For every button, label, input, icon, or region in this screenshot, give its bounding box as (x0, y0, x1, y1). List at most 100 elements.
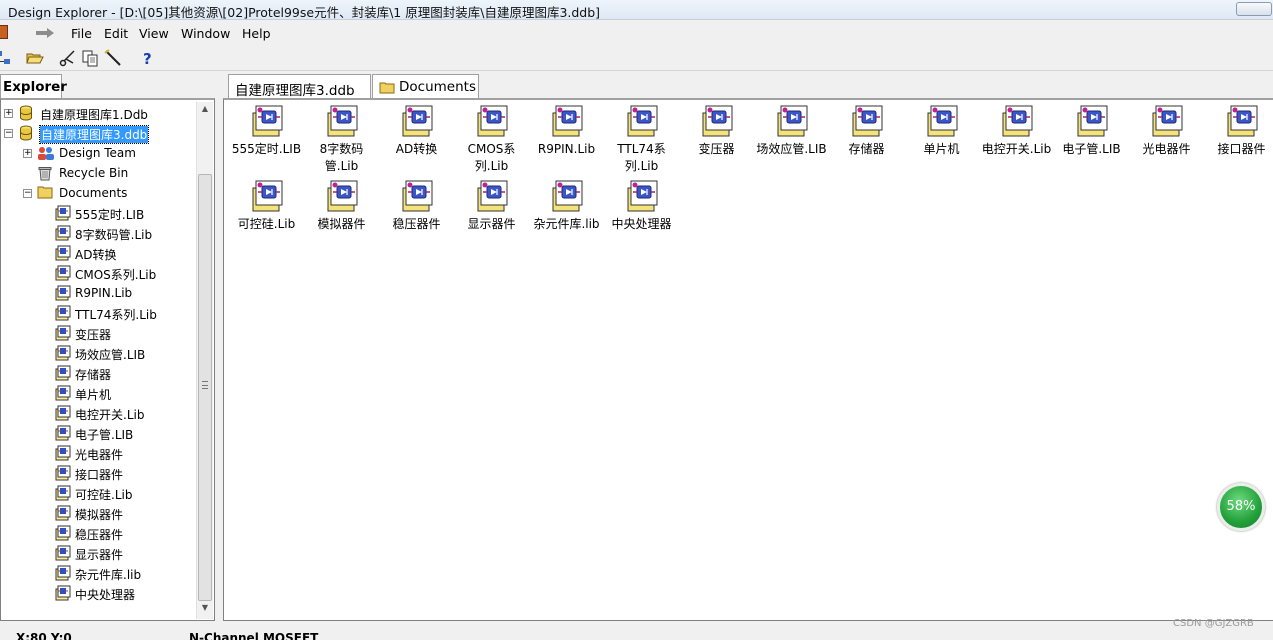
tree-item[interactable]: 接口器件 (1, 464, 194, 483)
document-item[interactable]: 8字数码管.Lib (304, 104, 379, 175)
library-icon (55, 325, 71, 344)
tree-item[interactable]: + 自建原理图库1.Ddb (1, 104, 194, 123)
document-item[interactable]: 场效应管.LIB (754, 104, 829, 158)
schematic-library-icon (604, 179, 679, 213)
menu-window[interactable]: Window (181, 26, 230, 41)
scroll-thumb[interactable] (198, 174, 212, 601)
tree-item[interactable]: 模拟器件 (1, 504, 194, 523)
tree-item[interactable]: 电控开关.Lib (1, 404, 194, 423)
expand-icon[interactable]: + (4, 109, 13, 118)
document-item[interactable]: 单片机 (904, 104, 979, 158)
help-icon[interactable]: ? (138, 48, 158, 68)
tree-item[interactable]: + Design Team (1, 144, 194, 163)
document-item[interactable]: 电子管.LIB (1054, 104, 1129, 158)
document-item[interactable]: 555定时.LIB (229, 104, 304, 158)
tree-item[interactable]: 可控硅.Lib (1, 484, 194, 503)
document-item[interactable]: 接口器件 (1204, 104, 1273, 158)
menu-bar: File Edit View Window Help (0, 22, 1273, 44)
tree-item-label: 存储器 (75, 368, 112, 382)
recycle-bin-icon (37, 165, 53, 184)
tree-item[interactable]: 光电器件 (1, 444, 194, 463)
tree-item[interactable]: 单片机 (1, 384, 194, 403)
document-item[interactable]: 光电器件 (1129, 104, 1204, 158)
tree-item[interactable]: 中央处理器 (1, 584, 194, 603)
menu-edit[interactable]: Edit (104, 26, 128, 41)
schematic-library-icon (304, 104, 379, 138)
document-item[interactable]: 变压器 (679, 104, 754, 158)
menu-help[interactable]: Help (242, 26, 271, 41)
wand-icon[interactable] (103, 48, 123, 68)
tree-item[interactable]: 存储器 (1, 364, 194, 383)
tree-item[interactable]: R9PIN.Lib (1, 284, 194, 303)
document-label: 光电器件 (1142, 142, 1191, 156)
library-icon (55, 205, 71, 224)
menu-view[interactable]: View (139, 26, 169, 41)
tree-item[interactable]: 电子管.LIB (1, 424, 194, 443)
tree-item[interactable]: 显示器件 (1, 544, 194, 563)
tree-item[interactable]: 8字数码管.Lib (1, 224, 194, 243)
tab-database[interactable]: 自建原理图库3.ddb (228, 74, 371, 99)
scroll-up-icon[interactable]: ▲ (198, 104, 212, 118)
tree-item-label: 自建原理图库1.Ddb (40, 108, 148, 122)
expand-icon[interactable]: + (23, 149, 32, 158)
schematic-library-icon (1129, 104, 1204, 138)
document-item[interactable]: AD转换 (379, 104, 454, 158)
scroll-down-icon[interactable]: ▼ (198, 603, 212, 617)
tree-item[interactable]: 稳压器件 (1, 524, 194, 543)
document-item[interactable]: CMOS系列.Lib (454, 104, 529, 175)
tree-scrollbar[interactable]: ▲ ▼ (196, 102, 213, 619)
library-icon (55, 485, 71, 504)
tree-item[interactable]: Recycle Bin (1, 164, 194, 183)
svg-text:?: ? (143, 50, 152, 68)
tree-item[interactable]: CMOS系列.Lib (1, 264, 194, 283)
tree-item[interactable]: 杂元件库.lib (1, 564, 194, 583)
window-controls[interactable] (1236, 2, 1272, 16)
menu-file[interactable]: File (71, 26, 92, 41)
open-folder-icon[interactable] (25, 48, 45, 68)
documents-view[interactable]: 555定时.LIB 8字数码管.Lib AD转换 CMOS系列.Lib R9PIN.Li… (223, 98, 1273, 621)
tree-item-label: 场效应管.LIB (75, 348, 146, 362)
tree-item-label: 单片机 (75, 388, 112, 402)
tree-item-label: AD转换 (75, 248, 117, 262)
schematic-library-icon (229, 104, 304, 138)
document-item[interactable]: R9PIN.Lib (529, 104, 604, 158)
status-component: N-Channel MOSFET (189, 631, 319, 640)
tab-database-label: 自建原理图库3.ddb (235, 83, 355, 99)
library-icon (55, 285, 71, 304)
copy-icon[interactable] (80, 48, 100, 68)
library-icon (55, 445, 71, 464)
progress-badge[interactable]: 58% (1217, 483, 1265, 531)
document-item[interactable]: 电控开关.Lib (979, 104, 1054, 158)
scissors-icon[interactable] (58, 48, 78, 68)
schematic-library-icon (529, 179, 604, 213)
document-item[interactable]: TTL74系列.Lib (604, 104, 679, 175)
document-item[interactable]: 稳压器件 (379, 179, 454, 233)
tree-item[interactable]: 场效应管.LIB (1, 344, 194, 363)
document-item[interactable]: 模拟器件 (304, 179, 379, 233)
tree-item[interactable]: − Documents (1, 184, 194, 203)
explorer-tab[interactable]: Explorer (0, 74, 67, 98)
tree-item[interactable]: AD转换 (1, 244, 194, 263)
tree-item[interactable]: 555定时.LIB (1, 204, 194, 223)
tab-documents[interactable]: Documents (372, 74, 479, 99)
title-bar: Design Explorer - [D:\[05]其他资源\[02]Prote… (0, 0, 1273, 20)
tree-item[interactable]: TTL74系列.Lib (1, 304, 194, 323)
app-icon[interactable] (0, 25, 8, 39)
back-arrow-icon[interactable] (35, 28, 55, 38)
tree-icon[interactable] (0, 48, 14, 68)
collapse-icon[interactable]: − (4, 129, 13, 138)
tree-item[interactable]: 变压器 (1, 324, 194, 343)
library-icon (55, 345, 71, 364)
tree-item-label: 光电器件 (75, 448, 124, 462)
explorer-tree[interactable]: + 自建原理图库1.Ddb − 自建原理图库3.ddb + Design Team Recy… (0, 98, 215, 621)
document-item[interactable]: 可控硅.Lib (229, 179, 304, 233)
document-item[interactable]: 杂元件库.lib (529, 179, 604, 233)
collapse-icon[interactable]: − (23, 189, 32, 198)
document-item[interactable]: 存储器 (829, 104, 904, 158)
document-item[interactable]: 显示器件 (454, 179, 529, 233)
schematic-library-icon (904, 104, 979, 138)
tree-item[interactable]: − 自建原理图库3.ddb (1, 124, 194, 144)
tree-item-label: 接口器件 (75, 468, 124, 482)
schematic-library-icon (304, 179, 379, 213)
document-item[interactable]: 中央处理器 (604, 179, 679, 233)
